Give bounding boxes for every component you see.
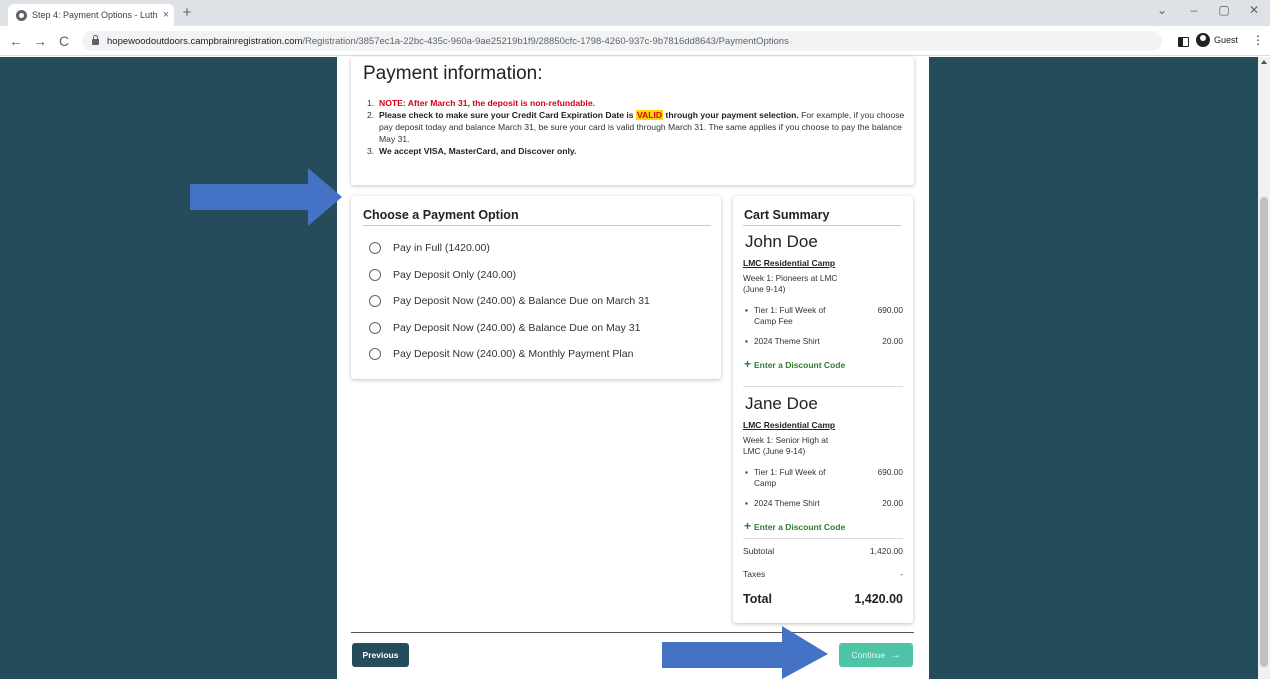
url-host: hopewoodoutdoors.campbrainregistration.c… [107, 35, 303, 47]
payment-info-card: Payment information: 1. NOTE: After Marc… [351, 57, 914, 185]
plus-icon: + [744, 519, 752, 533]
previous-button[interactable]: Previous [352, 643, 409, 667]
scrollbar-thumb[interactable] [1260, 197, 1268, 667]
browser-tab-bar: Step 4: Payment Options - Luthe × + ⌄ – … [0, 0, 1270, 26]
annotation-arrow-icon [190, 168, 342, 226]
payment-info-title: Payment information: [363, 63, 543, 84]
annotation-arrow-icon [662, 626, 828, 679]
option-balance-march-31[interactable]: Pay Deposit Now (240.00) & Balance Due o… [369, 295, 650, 307]
cart-summary-title: Cart Summary [744, 208, 830, 222]
line-item: ▪ Tier 1: Full Week of Camp Fee 690.00 [745, 305, 903, 326]
session-week: Week 1: Pioneers at LMC (June 9-14) [743, 273, 838, 294]
arrow-right-icon: → [890, 649, 901, 661]
browser-menu-icon[interactable]: ⋮ [1252, 33, 1264, 47]
accepted-cards-note: We accept VISA, MasterCard, and Discover… [379, 146, 577, 156]
minimize-icon[interactable]: – [1182, 3, 1206, 17]
forward-icon[interactable]: → [30, 32, 50, 50]
radio-button[interactable] [369, 348, 381, 360]
expiration-note: Please check to make sure your Credit Ca… [379, 110, 905, 144]
payment-option-card: Choose a Payment Option Pay in Full (142… [351, 196, 721, 379]
address-bar[interactable]: hopewoodoutdoors.campbrainregistration.c… [82, 31, 1162, 51]
reload-icon[interactable]: C [54, 32, 74, 50]
plus-icon: + [744, 357, 752, 371]
total-value: 1,420.00 [854, 592, 903, 606]
line-item: ▪ 2024 Theme Shirt 20.00 [745, 498, 903, 508]
option-balance-may-31[interactable]: Pay Deposit Now (240.00) & Balance Due o… [369, 322, 640, 334]
refund-note: NOTE: After March 31, the deposit is non… [379, 98, 595, 108]
page-scrollbar[interactable] [1258, 57, 1270, 679]
camp-link[interactable]: LMC Residential Camp [743, 420, 835, 430]
tab-search-chevron-icon[interactable]: ⌄ [1150, 3, 1174, 17]
payment-info-list: 1. NOTE: After March 31, the deposit is … [367, 97, 907, 157]
tab-close-icon[interactable]: × [158, 9, 174, 21]
subtotal-value: 1,420.00 [869, 546, 903, 556]
camp-link[interactable]: LMC Residential Camp [743, 258, 835, 268]
discount-code-link[interactable]: + Enter a Discount Code [744, 357, 845, 371]
total-row: Total 1,420.00 [743, 592, 903, 606]
back-icon[interactable]: ← [6, 32, 26, 50]
discount-code-link[interactable]: + Enter a Discount Code [744, 519, 845, 533]
divider [363, 225, 711, 226]
valid-highlight: VALID [635, 110, 664, 120]
line-item: ▪ 2024 Theme Shirt 20.00 [745, 336, 903, 346]
subtotal-row: Subtotal 1,420.00 [743, 546, 903, 556]
taxes-row: Taxes - [743, 569, 903, 579]
list-item: 3. We accept VISA, MasterCard, and Disco… [367, 145, 907, 157]
profile-label: Guest [1214, 35, 1239, 45]
url-path: /Registration/3857ec1a-22bc-435c-960a-9a… [302, 35, 789, 47]
side-panel-icon[interactable] [1178, 37, 1189, 47]
radio-button[interactable] [369, 322, 381, 334]
browser-toolbar: ← → C hopewoodoutdoors.campbrainregistra… [0, 26, 1270, 56]
new-tab-icon[interactable]: + [178, 4, 196, 22]
cart-summary-card: Cart Summary John Doe LMC Residential Ca… [733, 196, 913, 623]
radio-button[interactable] [369, 269, 381, 281]
maximize-icon[interactable]: ▢ [1212, 3, 1236, 17]
session-week: Week 1: Senior High at LMC (June 9-14) [743, 435, 829, 456]
site-favicon-icon [16, 9, 27, 21]
browser-tab[interactable]: Step 4: Payment Options - Luthe × [8, 4, 174, 26]
payment-option-title: Choose a Payment Option [363, 208, 519, 222]
divider [743, 225, 901, 226]
camper-name: Jane Doe [745, 394, 818, 413]
line-item: ▪ Tier 1: Full Week of Camp 690.00 [745, 467, 903, 488]
continue-button[interactable]: Continue → [839, 643, 913, 667]
camper-name: John Doe [745, 232, 818, 251]
list-item: 2. Please check to make sure your Credit… [367, 109, 907, 145]
taxes-value: - [900, 569, 903, 579]
divider [743, 538, 903, 539]
list-item: 1. NOTE: After March 31, the deposit is … [367, 97, 907, 109]
option-pay-in-full[interactable]: Pay in Full (1420.00) [369, 242, 490, 254]
close-window-icon[interactable]: ✕ [1242, 3, 1266, 17]
divider [743, 386, 903, 387]
radio-button[interactable] [369, 295, 381, 307]
scroll-up-icon[interactable] [1261, 60, 1267, 64]
tab-title: Step 4: Payment Options - Luthe [32, 10, 158, 20]
profile-avatar-icon [1196, 33, 1210, 47]
option-deposit-only[interactable]: Pay Deposit Only (240.00) [369, 269, 516, 281]
lock-icon [92, 35, 99, 45]
option-monthly-plan[interactable]: Pay Deposit Now (240.00) & Monthly Payme… [369, 348, 633, 360]
radio-button[interactable] [369, 242, 381, 254]
profile-button[interactable]: Guest [1196, 33, 1238, 47]
